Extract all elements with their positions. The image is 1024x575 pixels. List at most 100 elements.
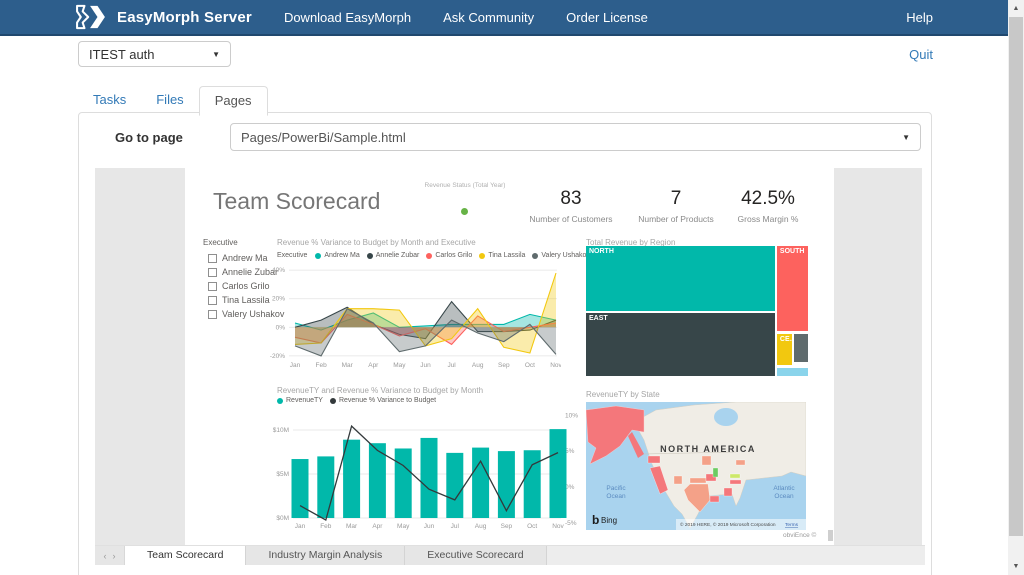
treemap-block-label: NORTH [589,248,614,255]
checkbox-icon[interactable] [208,295,217,305]
quit-link[interactable]: Quit [909,47,933,62]
tab-files[interactable]: Files [141,86,198,115]
nav-link-order-license[interactable]: Order License [566,10,648,25]
checkbox-icon[interactable] [208,309,217,319]
tab-tasks[interactable]: Tasks [78,86,141,115]
sheet-nav-arrows: ‹ › [95,546,125,565]
legend-entry-carlos-grilo[interactable]: Carlos Grilo [426,252,472,259]
combo-chart[interactable]: $10M$5M$0M10%5%0%-5%Jan Feb Mar Apr May Jun Ju… [249,404,594,534]
nav-link-download-easymorph[interactable]: Download EasyMorph [284,10,411,25]
kpi-customers-value: 83 [560,188,582,209]
sheet-tab-team-scorecard[interactable]: Team Scorecard [125,546,247,565]
treemap-block-ce[interactable]: CE… [776,333,797,365]
area-chart[interactable]: 40% 20% 0% -20% Jan Feb Mar Apr May Jun Jul Aug Sep O… [249,261,561,371]
treemap-block-north[interactable]: NORTH [586,246,775,311]
svg-text:May: May [393,362,406,369]
kpi-customers[interactable]: 83 Number of Customers [511,188,631,224]
page-scrollbar[interactable]: ▲ ▼ [1008,0,1024,575]
main-tabs: Tasks Files Pages [78,86,268,116]
checkbox-icon[interactable] [208,267,217,277]
legend-entry-andrew-ma[interactable]: Andrew Ma [315,252,360,259]
scroll-down-icon[interactable]: ▼ [1008,558,1024,575]
report-title: Team Scorecard [213,188,381,214]
sheet-tab-executive-scorecard[interactable]: Executive Scorecard [405,546,547,565]
map-terms-link[interactable]: Terms [785,522,799,528]
checkbox-icon[interactable] [208,253,217,263]
legend-entry-valery-ushakov[interactable]: Valery Ushakov [532,252,590,259]
svg-text:Apr: Apr [372,523,383,530]
svg-text:Feb: Feb [320,523,332,530]
svg-text:Nov: Nov [550,362,561,369]
svg-text:$5M: $5M [276,471,289,478]
caret-down-icon: ▼ [902,132,910,142]
report-letterbox-right [834,168,922,545]
kpi-gross-margin-value: 42.5% [741,188,795,209]
report-scroll-corner[interactable] [828,530,833,541]
easymorph-logo-icon [76,4,105,30]
bing-map[interactable]: NORTH AMERICA Pacific Ocean Atlantic Ocean… [586,402,806,530]
map-state [723,487,733,497]
map-state-green [712,467,719,478]
goto-page-selector[interactable]: Pages/PowerBi/Sample.html ▼ [230,123,921,151]
tab-pages[interactable]: Pages [198,86,268,116]
map-title: RevenueTY by State [586,390,660,399]
legend-dot-icon [532,252,539,259]
navbar-links: Download EasyMorph Ask Community Order Lic… [252,10,648,25]
scroll-up-icon[interactable]: ▲ [1008,0,1024,17]
obvience-watermark: obviEnce © [783,532,817,539]
legend-entry-revenue-variance-to-budget[interactable]: Revenue % Variance to Budget [329,397,437,404]
svg-text:Sep: Sep [501,523,513,530]
map-state [735,459,746,466]
treemap-block-small[interactable] [776,367,808,376]
legend-dot-icon [329,397,336,404]
revenue-status-indicator[interactable] [461,208,468,215]
scrollbar-thumb[interactable] [1009,17,1023,536]
sheet-prev-icon[interactable]: ‹ [104,551,107,561]
map-atlantic-label: Atlantic Ocean [773,485,795,500]
sheet-tab-industry-margin-analysis[interactable]: Industry Margin Analysis [246,546,406,565]
report-letterbox-left [95,168,185,545]
svg-text:Jan: Jan [290,362,301,369]
area-chart-title: Revenue % Variance to Budget by Month an… [277,238,476,247]
treemap-block-small[interactable] [794,333,808,363]
kpi-gross-margin[interactable]: 42.5% Gross Margin % [718,188,818,224]
auth-selector-value: ITEST auth [89,46,155,62]
svg-text:10%: 10% [565,412,578,419]
auth-selector[interactable]: ITEST auth ▼ [78,41,231,67]
nav-link-ask-community[interactable]: Ask Community [443,10,534,25]
svg-text:20%: 20% [272,296,285,303]
legend-entry-label: Revenue % Variance to Budget [338,397,437,404]
kpi-gross-margin-label: Gross Margin % [737,214,799,224]
help-link[interactable]: Help [906,10,933,25]
checkbox-icon[interactable] [208,281,217,291]
svg-text:40%: 40% [272,267,285,274]
legend-entry-annelie-zubar[interactable]: Annelie Zubar [366,252,419,259]
slicer-title: Executive [203,238,238,247]
map-state [701,455,712,466]
svg-text:Apr: Apr [368,362,379,369]
map-state [689,477,707,484]
map-copyright: © 2019 HERE, © 2019 Microsoft Corporatio… [680,521,776,528]
bing-logo-icon[interactable]: b [592,513,599,527]
legend-entry-revenuety[interactable]: RevenueTY [277,397,323,404]
top-navbar: EasyMorph Server Download EasyMorph Ask C… [0,0,1008,36]
kpi-products[interactable]: 7 Number of Products [621,188,731,224]
treemap-block-south[interactable]: SOUTH [776,246,808,332]
report-sheet-tabbar: ‹ › Team Scorecard Industry Margin Analys… [95,545,925,565]
easymorph-server-page: EasyMorph Server Download EasyMorph Ask C… [0,0,1024,575]
goto-page-label: Go to page [115,130,183,145]
sheet-next-icon[interactable]: › [113,551,116,561]
svg-text:-20%: -20% [270,353,285,360]
svg-text:$10M: $10M [273,427,289,434]
kpi-products-label: Number of Products [638,214,714,224]
svg-text:Aug: Aug [475,523,487,530]
treemap-block-east[interactable]: EAST [586,312,775,376]
treemap-chart[interactable]: NORTH EAST SOUTH CE… [586,246,808,376]
legend-dot-icon [315,252,322,259]
legend-entry-tina-lassila[interactable]: Tina Lassila [479,252,525,259]
sheet-tabs: Team Scorecard Industry Margin Analysis Ex… [125,546,547,565]
svg-text:Jul: Jul [451,523,460,530]
bing-logo-text[interactable]: Bing [601,516,617,525]
svg-text:Oct: Oct [527,523,537,530]
legend-entry-label: RevenueTY [286,397,323,404]
